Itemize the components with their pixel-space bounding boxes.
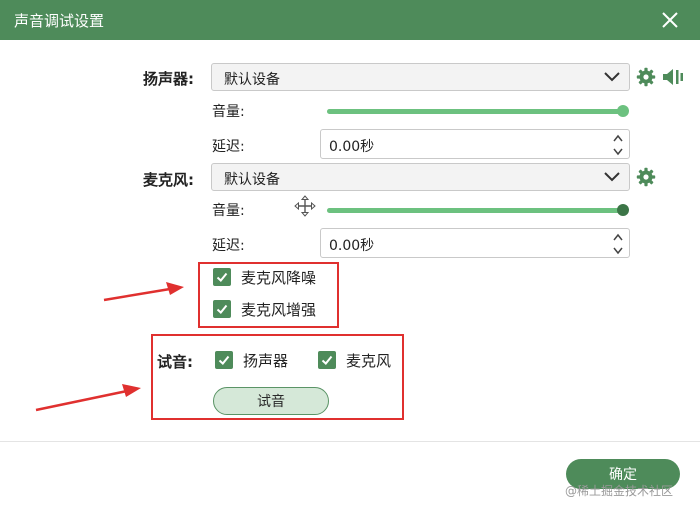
speaker-device-select[interactable]: 默认设备 — [211, 63, 630, 91]
speaker-delay-value: 0.00秒 — [329, 139, 375, 155]
speaker-device-value: 默认设备 — [224, 72, 280, 88]
speaker-settings-button[interactable] — [635, 66, 657, 88]
enhancement-checkbox[interactable]: 麦克风增强 — [213, 298, 316, 320]
checkmark-icon — [321, 355, 333, 365]
microphone-delay-input[interactable]: 0.00秒 — [320, 228, 630, 258]
close-button[interactable] — [654, 6, 686, 34]
annotation-arrow — [35, 384, 141, 412]
microphone-device-value: 默认设备 — [224, 172, 280, 188]
test-speaker-label: 扬声器 — [243, 351, 289, 370]
slider-fill — [327, 208, 623, 213]
speaker-volume-label: 音量: — [212, 104, 245, 120]
checkbox-box — [318, 351, 336, 369]
microphone-label: 麦克风: — [143, 171, 194, 189]
slider-fill — [327, 109, 623, 114]
title-bar: 声音调试设置 — [0, 0, 700, 40]
noise-reduction-label: 麦克风降噪 — [241, 268, 317, 287]
annotation-arrow — [103, 282, 184, 302]
speaker-volume-slider[interactable] — [327, 104, 629, 118]
close-icon — [662, 12, 678, 28]
test-microphone-checkbox[interactable]: 麦克风 — [318, 349, 391, 371]
microphone-delay-value: 0.00秒 — [329, 238, 375, 254]
spinner-arrows-icon[interactable] — [611, 231, 625, 257]
gear-icon — [636, 67, 656, 87]
microphone-device-select[interactable]: 默认设备 — [211, 163, 630, 191]
slider-thumb[interactable] — [617, 105, 629, 117]
slider-thumb[interactable] — [617, 204, 629, 216]
chevron-down-icon — [604, 72, 620, 82]
speaker-delay-input[interactable]: 0.00秒 — [320, 129, 630, 159]
microphone-delay-label: 延迟: — [212, 238, 245, 254]
microphone-settings-button[interactable] — [635, 166, 657, 188]
checkmark-icon — [218, 355, 230, 365]
test-sound-button[interactable]: 试音 — [213, 387, 329, 415]
speaker-delay-label: 延迟: — [212, 139, 245, 155]
checkmark-icon — [216, 272, 228, 282]
spinner-arrows-icon[interactable] — [611, 132, 625, 158]
chevron-down-icon — [604, 172, 620, 182]
window-title: 声音调试设置 — [14, 12, 105, 30]
watermark: @稀土掘金技术社区 — [565, 484, 674, 498]
speaker-test-icon — [663, 69, 683, 85]
speaker-label: 扬声器: — [143, 70, 194, 88]
noise-reduction-checkbox[interactable]: 麦克风降噪 — [213, 266, 316, 288]
checkmark-icon — [216, 304, 228, 314]
footer-divider — [0, 441, 700, 442]
move-cursor-icon — [294, 195, 316, 217]
microphone-volume-label: 音量: — [212, 203, 245, 219]
microphone-volume-slider[interactable] — [327, 203, 629, 217]
gear-icon — [636, 167, 656, 187]
enhancement-label: 麦克风增强 — [241, 300, 317, 319]
test-microphone-label: 麦克风 — [346, 351, 392, 370]
test-label: 试音: — [157, 353, 193, 371]
speaker-test-button[interactable] — [662, 66, 684, 88]
checkbox-box — [213, 300, 231, 318]
test-speaker-checkbox[interactable]: 扬声器 — [215, 349, 288, 371]
checkbox-box — [215, 351, 233, 369]
checkbox-box — [213, 268, 231, 286]
